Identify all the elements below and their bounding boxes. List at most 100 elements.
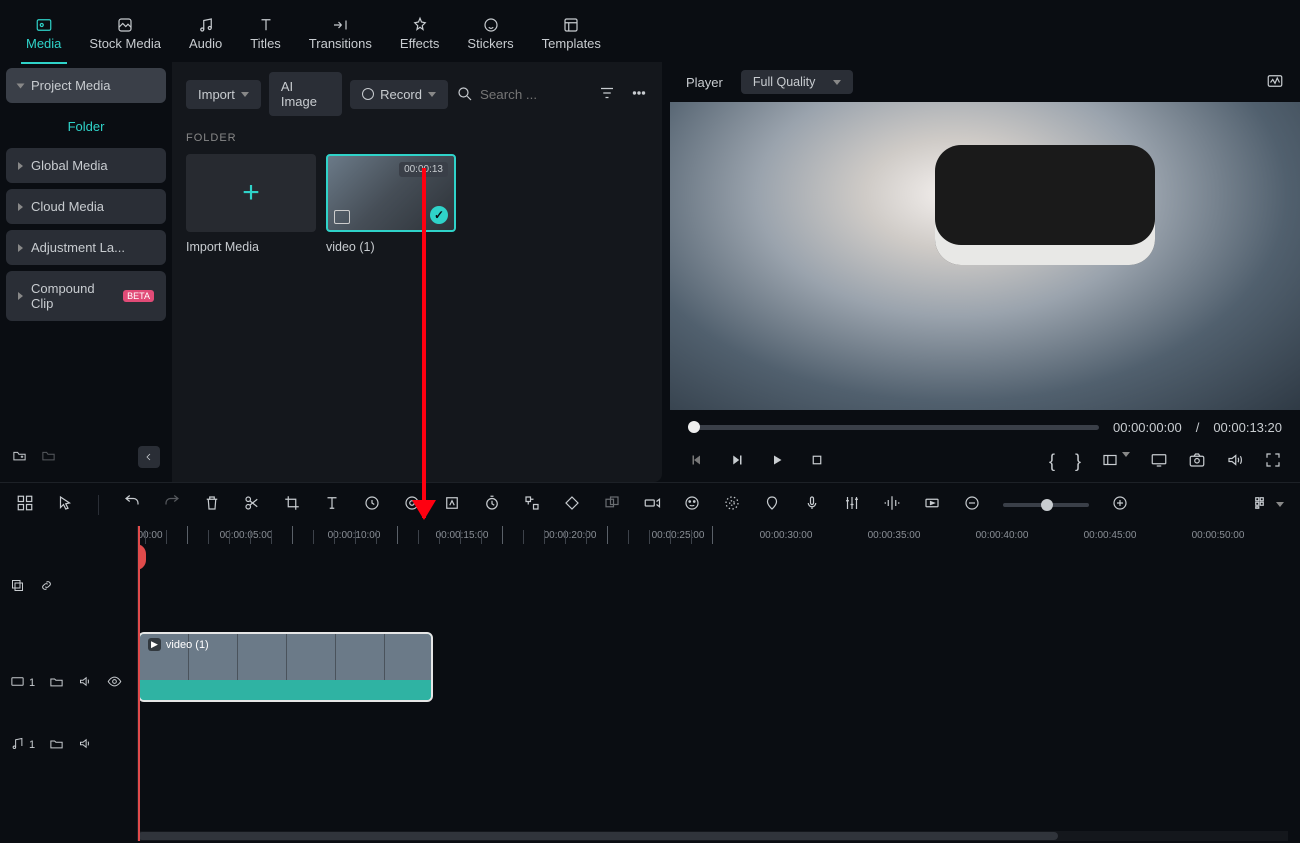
record-button[interactable]: Record	[350, 80, 448, 109]
fullscreen-button[interactable]	[1264, 451, 1282, 472]
prev-frame-button[interactable]	[688, 451, 706, 472]
tab-effects[interactable]: Effects	[386, 4, 454, 62]
ruler-tick: 00:00:45:00	[1084, 530, 1137, 541]
motion-button[interactable]	[723, 494, 741, 515]
scrub-bar[interactable]	[688, 425, 1099, 430]
quality-dropdown[interactable]: Full Quality	[741, 70, 854, 94]
templates-icon	[562, 14, 580, 36]
video-track-index: 1	[29, 677, 35, 689]
chevron-down-icon	[428, 92, 436, 97]
preview-viewport[interactable]	[670, 102, 1300, 410]
mute-track-icon[interactable]	[78, 674, 93, 692]
timeline-ruler[interactable]: 00:00 00:00:05:00 00:00:10:00 00:00:15:0…	[138, 526, 1300, 566]
visibility-track-icon[interactable]	[107, 674, 122, 692]
sidebar-cloud-media[interactable]: Cloud Media	[6, 189, 166, 224]
audio-mixer-button[interactable]	[843, 494, 861, 515]
mute-audio-icon[interactable]	[78, 736, 93, 754]
tab-audio-label: Audio	[189, 36, 222, 51]
audio-track-header[interactable]: 1	[0, 720, 137, 770]
render-button[interactable]	[923, 494, 941, 515]
lock-audio-icon[interactable]	[49, 736, 64, 754]
timeline-clip[interactable]: video (1)	[138, 632, 433, 702]
scopes-icon[interactable]	[1266, 72, 1284, 93]
tab-stock-media[interactable]: Stock Media	[75, 4, 175, 62]
tab-titles[interactable]: Titles	[236, 4, 295, 62]
media-toolbar: Import AI Image Record	[186, 72, 648, 116]
titles-icon	[257, 14, 275, 36]
tab-stickers-label: Stickers	[467, 36, 513, 51]
redo-button[interactable]	[163, 494, 181, 515]
import-media-label: Import Media	[186, 240, 316, 254]
sidebar-global-media[interactable]: Global Media	[6, 148, 166, 183]
mark-in-button[interactable]: {	[1049, 451, 1055, 472]
tab-transitions[interactable]: Transitions	[295, 4, 386, 62]
video-track-lane[interactable]: video (1)	[138, 632, 1300, 706]
sidebar-project-media-label: Project Media	[31, 78, 110, 93]
lock-track-icon[interactable]	[49, 674, 64, 692]
video-track-header[interactable]: 1	[0, 658, 137, 708]
tag-button[interactable]	[563, 494, 581, 515]
filter-icon[interactable]	[598, 84, 616, 105]
timecode-total: 00:00:13:20	[1213, 420, 1282, 435]
more-icon[interactable]	[630, 84, 648, 105]
tab-stickers[interactable]: Stickers	[453, 4, 527, 62]
search-field[interactable]	[456, 85, 590, 103]
snapshot-button[interactable]	[1188, 451, 1206, 472]
track-view-button[interactable]	[1252, 494, 1270, 515]
chroma-button[interactable]	[443, 494, 461, 515]
ai-tools-button[interactable]	[683, 494, 701, 515]
layers-icon[interactable]	[10, 578, 25, 596]
voiceover-button[interactable]	[803, 494, 821, 515]
arrange-icon[interactable]	[16, 494, 34, 515]
import-media-tile[interactable]: + Import Media	[186, 154, 316, 254]
cursor-tool-icon[interactable]	[56, 494, 74, 515]
crop-button[interactable]	[283, 494, 301, 515]
link-bin-icon[interactable]	[41, 448, 56, 466]
tab-media[interactable]: Media	[12, 4, 75, 62]
search-input[interactable]	[480, 87, 590, 102]
split-button[interactable]	[243, 494, 261, 515]
aspect-ratio-button[interactable]	[1101, 451, 1130, 472]
delete-button[interactable]	[203, 494, 221, 515]
new-bin-icon[interactable]	[12, 448, 27, 466]
top-tabs-bar: Media Stock Media Audio Titles Transitio…	[0, 0, 1300, 62]
undo-button[interactable]	[123, 494, 141, 515]
detach-audio-button[interactable]	[643, 494, 661, 515]
zoom-out-button[interactable]	[963, 494, 981, 515]
media-panel: Import AI Image Record FOLDER +	[172, 62, 662, 482]
tab-audio[interactable]: Audio	[175, 4, 236, 62]
sidebar-compound-clip[interactable]: Compound Clip BETA	[6, 271, 166, 321]
stop-button[interactable]	[808, 451, 826, 472]
playhead[interactable]	[138, 526, 140, 841]
collapse-sidebar-button[interactable]	[138, 446, 160, 468]
sidebar-adjustment-layer[interactable]: Adjustment La...	[6, 230, 166, 265]
marker-button[interactable]	[763, 494, 781, 515]
tab-effects-label: Effects	[400, 36, 440, 51]
speed-button[interactable]	[363, 494, 381, 515]
sidebar-project-media[interactable]: Project Media	[6, 68, 166, 103]
import-button[interactable]: Import	[186, 80, 261, 109]
record-label: Record	[380, 87, 422, 102]
horizontal-scrollbar[interactable]	[138, 831, 1288, 841]
text-tool-button[interactable]	[323, 494, 341, 515]
timeline-toolbar	[0, 482, 1300, 526]
link-icon[interactable]	[39, 578, 54, 596]
mask-button[interactable]	[603, 494, 621, 515]
mark-out-button[interactable]: }	[1075, 451, 1081, 472]
zoom-in-button[interactable]	[1111, 494, 1129, 515]
preview-content	[935, 145, 1155, 265]
duration-button[interactable]	[483, 494, 501, 515]
sidebar-bottom-tools	[6, 438, 166, 476]
play-forward-button[interactable]	[728, 451, 746, 472]
tab-templates[interactable]: Templates	[528, 4, 615, 62]
zoom-slider[interactable]	[1003, 503, 1089, 507]
auto-beat-button[interactable]	[883, 494, 901, 515]
sidebar-folder[interactable]: Folder	[6, 109, 166, 148]
volume-button[interactable]	[1226, 451, 1244, 472]
media-clip-tile[interactable]: 00:00:13 ✓ video (1)	[326, 154, 456, 254]
timeline-tracks[interactable]: 00:00 00:00:05:00 00:00:10:00 00:00:15:0…	[138, 526, 1300, 841]
play-button[interactable]	[768, 451, 786, 472]
keyframe-tool-button[interactable]	[523, 494, 541, 515]
display-button[interactable]	[1150, 451, 1168, 472]
ai-image-button[interactable]: AI Image	[269, 72, 342, 116]
